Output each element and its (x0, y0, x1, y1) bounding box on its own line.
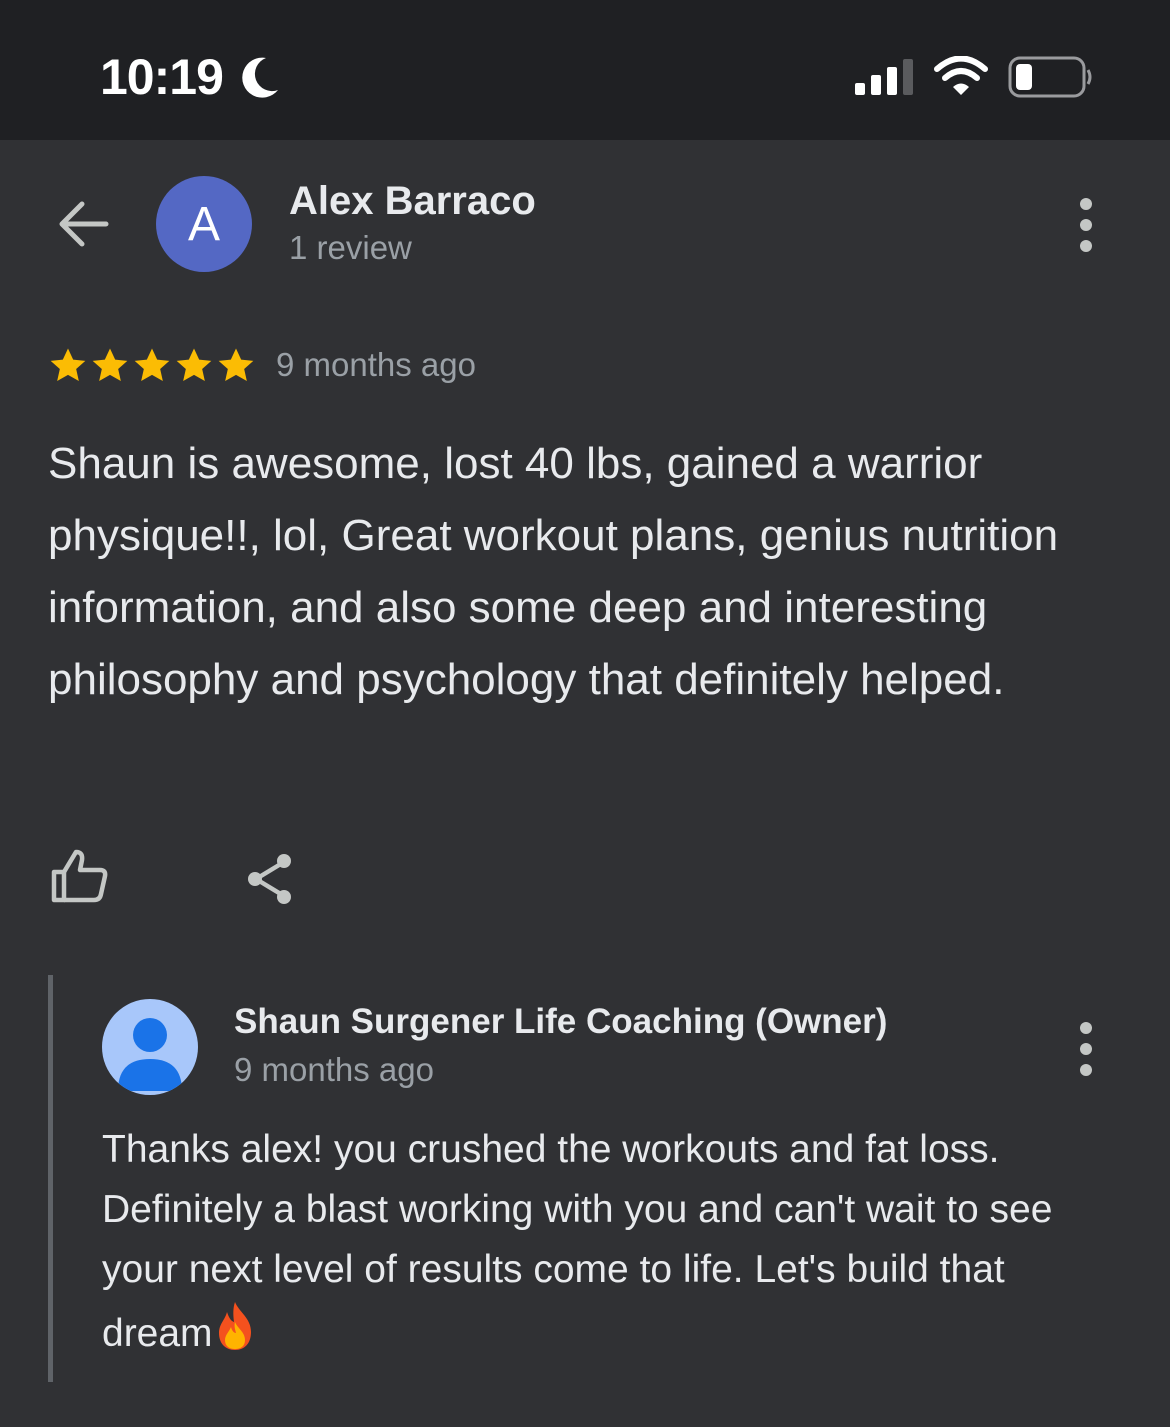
person-icon (118, 1018, 182, 1091)
star-icon (134, 348, 170, 381)
signal-icon (855, 59, 913, 95)
owner-reply-text: Thanks alex! you crushed the workouts an… (102, 1120, 1102, 1364)
share-icon[interactable] (244, 852, 298, 906)
owner-reply-time: 9 months ago (234, 1051, 434, 1088)
back-arrow-icon[interactable] (56, 196, 112, 252)
battery-icon (1008, 56, 1092, 98)
owner-avatar[interactable] (102, 999, 198, 1095)
reviewer-avatar[interactable]: A (156, 176, 252, 272)
fire-icon (218, 1302, 251, 1350)
status-time: 10:19 (100, 49, 224, 105)
star-icon (218, 348, 254, 381)
review-count: 1 review (289, 229, 412, 266)
status-bar: 10:19 (0, 0, 1170, 140)
star-icon (176, 348, 212, 381)
owner-name: Shaun Surgener Life Coaching (Owner) (234, 1002, 888, 1041)
owner-more-options-icon[interactable] (1072, 1022, 1100, 1076)
wifi-icon (934, 56, 988, 95)
thumbs-up-icon[interactable] (50, 848, 110, 904)
reviewer-name[interactable]: Alex Barraco (289, 179, 536, 224)
star-icon (92, 348, 128, 381)
reply-divider (48, 975, 53, 1382)
review-text: Shaun is awesome, lost 40 lbs, gained a … (48, 439, 1059, 704)
review-time: 9 months ago (276, 346, 476, 383)
more-options-icon[interactable] (1072, 198, 1100, 252)
moon-icon (242, 57, 278, 98)
star-rating (48, 346, 256, 386)
avatar-letter: A (187, 197, 220, 251)
star-icon (50, 348, 86, 381)
